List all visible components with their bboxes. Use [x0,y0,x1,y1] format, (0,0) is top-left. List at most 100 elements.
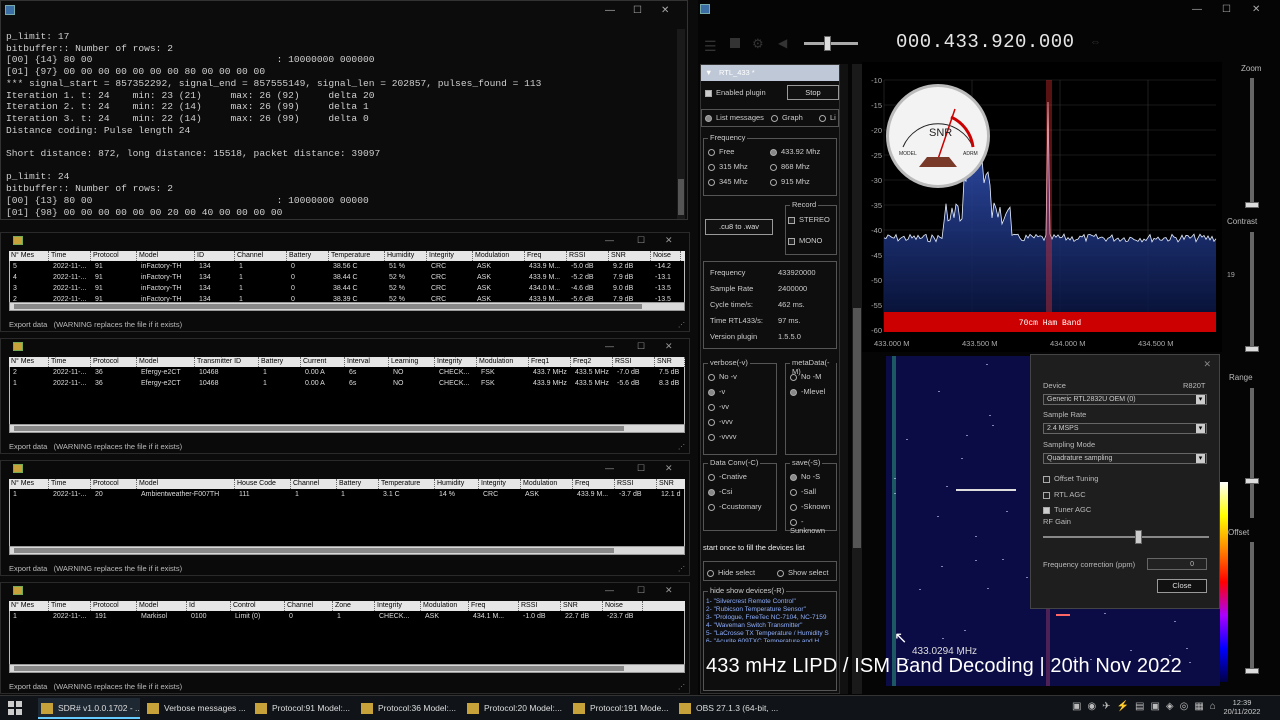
panel-close-icon[interactable]: ✕ [1203,359,1211,370]
export-data-link[interactable]: Export data [9,564,47,573]
option-radio[interactable]: -vvvv [708,432,737,441]
table-row[interactable]: 1 2022-11-... 20 Ambientweather-F007TH 111 1 1… [10,489,684,500]
column-header[interactable]: Battery [259,357,301,367]
plugin-scrollbar[interactable] [840,64,848,694]
close-icon[interactable]: ✕ [665,463,673,474]
table-row[interactable]: 5 2022-11-... 91 inFactory-TH 134 1 0 38.56 C 51… [10,261,684,272]
contrast-slider[interactable] [1245,232,1259,352]
column-header[interactable]: Protocol [91,601,137,611]
column-header[interactable]: Zone [333,601,375,611]
gear-icon[interactable]: ⚙ [752,36,764,52]
option-radio[interactable]: -Sunknown [790,517,836,535]
option-radio[interactable]: -Mlevel [790,387,825,396]
horizontal-scrollbar[interactable] [9,546,685,555]
close-icon[interactable]: ✕ [661,5,669,16]
column-header[interactable]: N° Mes [9,479,49,489]
close-icon[interactable]: ✕ [665,585,673,596]
column-header[interactable]: SNR [561,601,603,611]
horizontal-scrollbar[interactable] [9,302,685,311]
column-header[interactable]: Integrity [479,479,521,489]
option-radio[interactable]: -v [708,387,725,396]
windows-start-icon[interactable] [8,701,22,715]
option-radio[interactable]: 315 Mhz [708,162,748,171]
plugin-title[interactable]: ▼ RTL_433 * [701,65,839,81]
column-header[interactable]: Humidity [385,251,427,261]
option-radio[interactable]: 345 Mhz [708,177,748,186]
frequency-display[interactable]: 000.433.920.000 [896,31,1075,53]
stereo-checkbox[interactable]: STEREO [788,215,830,224]
column-header[interactable]: Current [301,357,345,367]
rtl-agc-checkbox[interactable]: RTL AGC [1043,490,1086,499]
taskbar-item[interactable]: Verbose messages ... [144,698,246,719]
column-header[interactable]: Battery [287,251,329,261]
horizontal-scrollbar[interactable] [9,424,685,433]
hide-select-radio[interactable]: Hide select [707,568,755,577]
close-icon[interactable]: ✕ [665,341,673,352]
option-radio[interactable]: Free [708,147,734,156]
column-header[interactable]: Id [187,601,231,611]
column-header[interactable]: Protocol [91,357,137,367]
show-select-radio[interactable]: Show select [777,568,828,577]
device-list-item[interactable]: 3- "Prologue, FreeTec NC-7104, NC-7159 [706,614,836,622]
minimize-icon[interactable]: — [605,5,615,16]
list-messages-radio[interactable]: List messages [705,113,764,122]
table-row[interactable]: 1 2022-11-... 36 Efergy-e2CT 10468 1 0.00 A 6s N… [10,378,684,389]
offset-slider[interactable] [1245,542,1259,674]
zoom-slider[interactable] [1245,78,1259,208]
graph-radio[interactable]: Graph [771,113,803,122]
maximize-icon[interactable]: ☐ [637,341,645,352]
column-header[interactable]: Noise [603,601,643,611]
column-header[interactable]: Time [49,251,91,261]
column-header[interactable]: SNR [609,251,651,261]
option-radio[interactable]: -Cnative [708,472,747,481]
device-list-item[interactable]: 5- "LaCrosse TX Temperature / Humidity S [706,630,836,638]
minimize-icon[interactable]: — [605,235,614,245]
table-row[interactable]: 1 2022-11-... 191 Markisol 0100 Limit (0) 0 1 CH… [10,611,684,622]
option-radio[interactable]: -Sall [790,487,816,496]
column-header[interactable]: RSSI [567,251,609,261]
column-header[interactable]: RSSI [519,601,561,611]
option-radio[interactable]: 433.92 Mhz [770,147,820,156]
device-list-item[interactable]: 2- "Rubicson Temperature Sensor" [706,606,836,614]
column-header[interactable]: N° Mes [9,601,49,611]
column-header[interactable]: RSSI [613,357,655,367]
column-header[interactable]: Freq [469,601,519,611]
column-header[interactable]: Model [137,357,195,367]
column-header[interactable]: Time [49,479,91,489]
column-header[interactable]: Channel [291,479,337,489]
collapse-icon[interactable]: ▼ [705,65,712,81]
device-list-item[interactable]: 4- "Waveman Switch Transmitter" [706,622,836,630]
option-radio[interactable]: 868 Mhz [770,162,810,171]
export-data-link[interactable]: Export data [9,320,47,329]
taskbar-item[interactable]: Protocol:36 Model:... [358,698,460,719]
column-header[interactable]: Control [231,601,285,611]
column-header[interactable]: Freq [525,251,567,261]
column-header[interactable]: Temperature [329,251,385,261]
column-header[interactable]: Channel [285,601,333,611]
column-header[interactable]: RSSI [615,479,657,489]
resize-grip-icon[interactable]: ⋰ [678,683,685,691]
sample-rate-select[interactable]: 2.4 MSPS [1043,423,1207,434]
sampling-mode-select[interactable]: Quadrature sampling [1043,453,1207,464]
maximize-icon[interactable]: ☐ [637,463,645,474]
clock[interactable]: 12:39 20/11/2022 [1218,698,1266,716]
column-header[interactable]: Transmitter ID [195,357,259,367]
table-row[interactable]: 4 2022-11-... 91 inFactory-TH 134 1 0 38.44 C 52… [10,272,684,283]
column-header[interactable]: Model [137,251,195,261]
minimize-icon[interactable]: — [605,463,614,473]
sdr-maximize-icon[interactable]: ☐ [1222,4,1231,15]
maximize-icon[interactable]: ☐ [637,585,645,596]
resize-grip-icon[interactable]: ⋰ [678,321,685,329]
column-header[interactable]: Model [137,601,187,611]
taskbar-item[interactable]: Protocol:91 Model:... [252,698,354,719]
freq-correction-input[interactable]: 0 [1147,558,1207,570]
column-header[interactable]: Temperature [379,479,435,489]
export-data-link[interactable]: Export data [9,442,47,451]
column-header[interactable]: Protocol [91,479,137,489]
tray-icons[interactable]: ▣◉✈⚡▤▣◈◎▦⌂ [1072,701,1222,712]
option-radio[interactable]: -Ccustomary [708,502,762,511]
column-header[interactable]: Time [49,357,91,367]
column-header[interactable]: Integrity [435,357,477,367]
option-radio[interactable]: No -S [790,472,820,481]
close-button[interactable]: Close [1157,579,1207,593]
